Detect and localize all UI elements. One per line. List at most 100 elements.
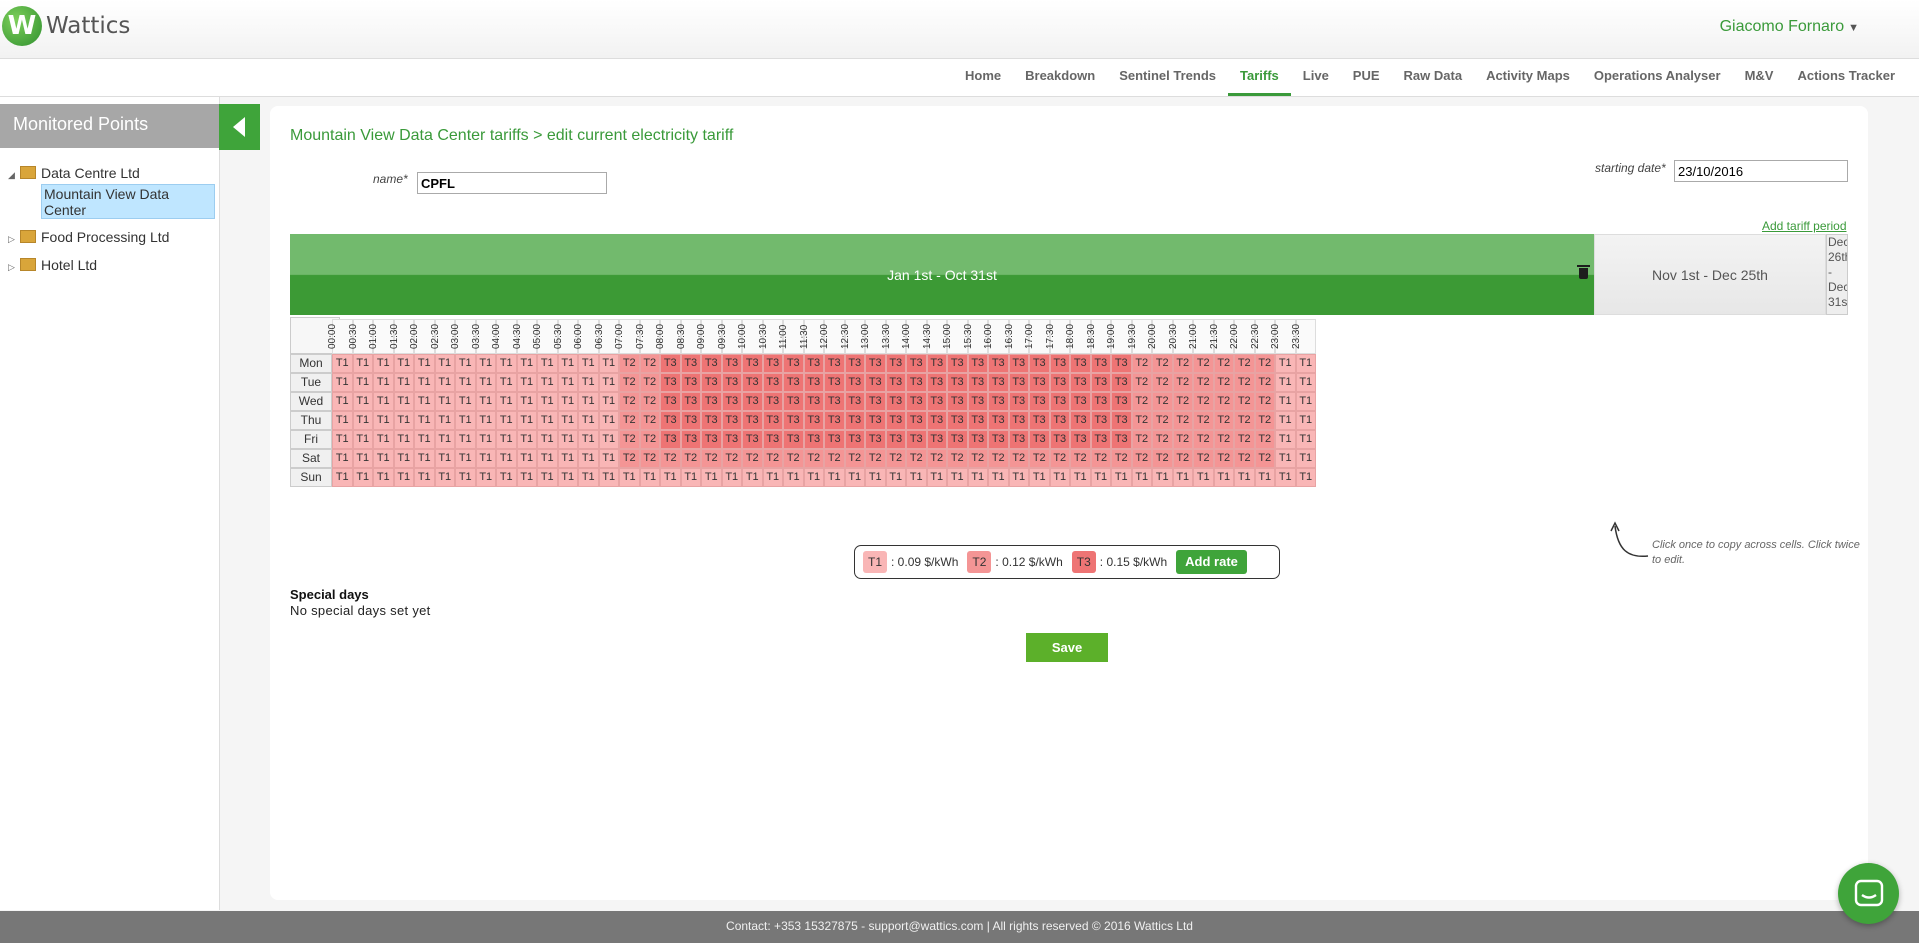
tariff-cell[interactable]: T3 xyxy=(721,411,742,430)
tariff-cell[interactable]: T1 xyxy=(393,430,414,449)
tariff-cell[interactable]: T2 xyxy=(1172,354,1193,373)
tariff-cell[interactable]: T2 xyxy=(1254,373,1275,392)
tariff-cell[interactable]: T2 xyxy=(1193,354,1214,373)
tariff-cell[interactable]: T1 xyxy=(332,373,353,392)
tariff-cell[interactable]: T1 xyxy=(352,411,373,430)
tariff-cell[interactable]: T3 xyxy=(967,430,988,449)
tariff-cell[interactable]: T3 xyxy=(701,430,722,449)
tariff-cell[interactable]: T3 xyxy=(680,430,701,449)
tariff-cell[interactable]: T1 xyxy=(1172,468,1193,487)
tariff-cell[interactable]: T1 xyxy=(1131,468,1152,487)
tariff-cell[interactable]: T1 xyxy=(1295,373,1316,392)
tariff-cell[interactable]: T3 xyxy=(1029,354,1050,373)
tariff-cell[interactable]: T3 xyxy=(967,411,988,430)
tariff-cell[interactable]: T3 xyxy=(885,354,906,373)
tariff-cell[interactable]: T3 xyxy=(844,411,865,430)
tariff-cell[interactable]: T3 xyxy=(1070,411,1091,430)
tariff-cell[interactable]: T3 xyxy=(1049,373,1070,392)
tariff-cell[interactable]: T3 xyxy=(803,373,824,392)
tariff-cell[interactable]: T1 xyxy=(352,468,373,487)
tariff-cell[interactable]: T1 xyxy=(332,354,353,373)
tariff-cell[interactable]: T3 xyxy=(844,392,865,411)
tariff-cell[interactable]: T1 xyxy=(414,430,435,449)
tariff-cell[interactable]: T1 xyxy=(537,373,558,392)
tariff-cell[interactable]: T2 xyxy=(1111,449,1132,468)
tariff-cell[interactable]: T1 xyxy=(496,354,517,373)
tariff-cell[interactable]: T1 xyxy=(1152,468,1173,487)
tariff-cell[interactable]: T1 xyxy=(598,411,619,430)
tariff-cell[interactable]: T3 xyxy=(1049,392,1070,411)
tariff-cell[interactable]: T1 xyxy=(844,468,865,487)
tariff-cell[interactable]: T1 xyxy=(578,354,599,373)
tariff-cell[interactable]: T2 xyxy=(1213,411,1234,430)
tariff-cell[interactable]: T1 xyxy=(496,430,517,449)
tariff-cell[interactable]: T3 xyxy=(1029,430,1050,449)
tariff-cell[interactable]: T1 xyxy=(434,411,455,430)
tariff-cell[interactable]: T2 xyxy=(1213,373,1234,392)
tariff-cell[interactable]: T1 xyxy=(1049,468,1070,487)
tariff-cell[interactable]: T1 xyxy=(578,449,599,468)
tariff-cell[interactable]: T3 xyxy=(762,392,783,411)
tariff-cell[interactable]: T3 xyxy=(762,411,783,430)
tariff-cell[interactable]: T1 xyxy=(1275,392,1296,411)
tariff-cell[interactable]: T1 xyxy=(516,354,537,373)
nav-item-breakdown[interactable]: Breakdown xyxy=(1013,59,1107,96)
tariff-cell[interactable]: T1 xyxy=(516,392,537,411)
tariff-cell[interactable]: T3 xyxy=(824,392,845,411)
tariff-cell[interactable]: T3 xyxy=(701,373,722,392)
tariff-cell[interactable]: T3 xyxy=(885,392,906,411)
tariff-cell[interactable]: T2 xyxy=(1254,449,1275,468)
tariff-cell[interactable]: T2 xyxy=(1213,449,1234,468)
tariff-cell[interactable]: T1 xyxy=(455,392,476,411)
tariff-cell[interactable]: T1 xyxy=(373,430,394,449)
user-menu[interactable]: Giacomo Fornaro ▼ xyxy=(1720,18,1859,36)
tariff-cell[interactable]: T3 xyxy=(885,411,906,430)
tariff-cell[interactable]: T3 xyxy=(844,354,865,373)
tariff-cell[interactable]: T3 xyxy=(721,430,742,449)
tariff-cell[interactable]: T1 xyxy=(1008,468,1029,487)
tariff-cell[interactable]: T1 xyxy=(537,430,558,449)
tariff-cell[interactable]: T1 xyxy=(434,373,455,392)
tariff-cell[interactable]: T1 xyxy=(557,468,578,487)
tariff-cell[interactable]: T3 xyxy=(824,411,845,430)
tariff-cell[interactable]: T3 xyxy=(844,430,865,449)
tariff-cell[interactable]: T1 xyxy=(926,468,947,487)
tariff-cell[interactable]: T1 xyxy=(373,468,394,487)
tariff-cell[interactable]: T3 xyxy=(865,373,886,392)
tariff-cell[interactable]: T3 xyxy=(721,373,742,392)
tariff-cell[interactable]: T3 xyxy=(1049,430,1070,449)
tariff-cell[interactable]: T3 xyxy=(1070,373,1091,392)
tariff-cell[interactable]: T2 xyxy=(1234,449,1255,468)
tariff-cell[interactable]: T1 xyxy=(598,449,619,468)
tariff-period-tab[interactable]: Nov 1st - Dec 25th xyxy=(1594,234,1826,315)
tariff-cell[interactable]: T2 xyxy=(967,449,988,468)
tariff-cell[interactable]: T2 xyxy=(1234,354,1255,373)
tariff-cell[interactable]: T2 xyxy=(1049,449,1070,468)
expand-triangle-icon[interactable]: ▷ xyxy=(8,229,20,249)
nav-item-live[interactable]: Live xyxy=(1291,59,1341,96)
tariff-cell[interactable]: T1 xyxy=(475,449,496,468)
tariff-period-tab[interactable]: Dec 26th - Dec 31st xyxy=(1826,234,1848,315)
wattics-logo[interactable]: W Wattics xyxy=(2,6,130,46)
tariff-cell[interactable]: T2 xyxy=(1131,449,1152,468)
rate-badge-t2[interactable]: T2 xyxy=(967,551,992,573)
tariff-cell[interactable]: T3 xyxy=(680,411,701,430)
tariff-cell[interactable]: T3 xyxy=(803,354,824,373)
tariff-cell[interactable]: T3 xyxy=(742,354,763,373)
tariff-cell[interactable]: T1 xyxy=(557,411,578,430)
tariff-cell[interactable]: T3 xyxy=(742,430,763,449)
tariff-cell[interactable]: T2 xyxy=(1172,392,1193,411)
tariff-cell[interactable]: T1 xyxy=(1275,468,1296,487)
tariff-cell[interactable]: T3 xyxy=(1008,373,1029,392)
save-button[interactable]: Save xyxy=(1026,633,1108,662)
chat-launcher-button[interactable] xyxy=(1838,863,1899,924)
tariff-cell[interactable]: T3 xyxy=(906,373,927,392)
tariff-cell[interactable]: T2 xyxy=(926,449,947,468)
tariff-cell[interactable]: T2 xyxy=(1193,392,1214,411)
tariff-cell[interactable]: T1 xyxy=(742,468,763,487)
tariff-cell[interactable]: T1 xyxy=(332,449,353,468)
tariff-cell[interactable]: T2 xyxy=(619,449,640,468)
tariff-cell[interactable]: T3 xyxy=(947,354,968,373)
tariff-cell[interactable]: T2 xyxy=(1213,392,1234,411)
tariff-cell[interactable]: T3 xyxy=(1111,430,1132,449)
